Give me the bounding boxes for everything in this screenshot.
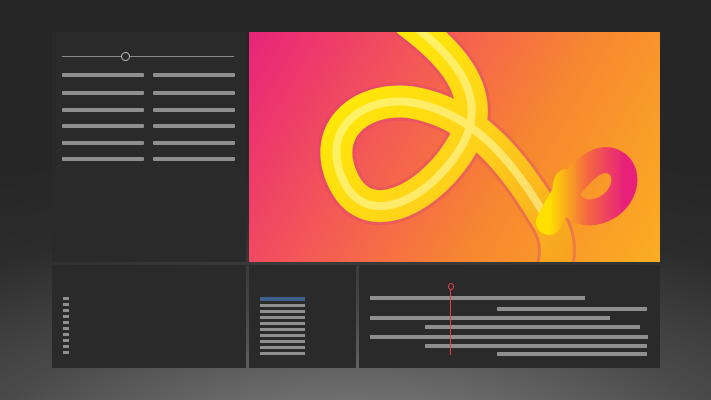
property-value[interactable] xyxy=(153,108,235,112)
effects-item[interactable] xyxy=(260,304,305,307)
timeline-clip[interactable] xyxy=(370,335,648,339)
properties-panel xyxy=(52,32,246,262)
playhead-handle[interactable] xyxy=(448,283,454,290)
viewer-canvas[interactable] xyxy=(249,32,660,262)
effects-item[interactable] xyxy=(260,346,305,349)
property-value[interactable] xyxy=(153,141,235,145)
property-slider-knob[interactable] xyxy=(121,52,130,61)
playhead[interactable] xyxy=(450,287,451,355)
property-value[interactable] xyxy=(153,91,235,95)
timeline-clip[interactable] xyxy=(370,296,585,300)
media-item[interactable] xyxy=(63,303,69,306)
effects-item[interactable] xyxy=(260,352,305,355)
effects-item[interactable] xyxy=(260,310,305,313)
property-label xyxy=(62,124,144,128)
media-item[interactable] xyxy=(63,339,69,342)
ribbon-artwork xyxy=(317,32,638,262)
property-label xyxy=(62,91,144,95)
effects-panel xyxy=(249,265,356,368)
media-item[interactable] xyxy=(63,297,69,300)
effects-item[interactable] xyxy=(260,340,305,343)
property-value[interactable] xyxy=(153,124,235,128)
effects-item[interactable] xyxy=(260,334,305,337)
media-item[interactable] xyxy=(63,309,69,312)
property-label xyxy=(62,141,144,145)
media-item[interactable] xyxy=(63,333,69,336)
timeline-clip[interactable] xyxy=(497,307,647,311)
timeline-panel[interactable] xyxy=(359,265,660,368)
timeline-clip[interactable] xyxy=(370,316,610,320)
property-label xyxy=(62,108,144,112)
media-item[interactable] xyxy=(63,321,69,324)
media-item[interactable] xyxy=(63,327,69,330)
media-item[interactable] xyxy=(63,315,69,318)
timeline-clip[interactable] xyxy=(425,325,640,329)
effects-item[interactable] xyxy=(260,322,305,325)
effects-item[interactable] xyxy=(260,316,305,319)
media-item[interactable] xyxy=(63,351,69,354)
timeline-clip[interactable] xyxy=(425,344,647,348)
effects-item-selected[interactable] xyxy=(260,297,305,301)
property-label xyxy=(62,157,144,161)
property-slider-track[interactable] xyxy=(62,56,234,57)
property-value[interactable] xyxy=(153,73,235,77)
property-value[interactable] xyxy=(153,157,235,161)
timeline-clip[interactable] xyxy=(497,352,647,356)
media-panel xyxy=(52,265,246,368)
media-item[interactable] xyxy=(63,345,69,348)
property-label xyxy=(62,73,144,77)
effects-item[interactable] xyxy=(260,328,305,331)
